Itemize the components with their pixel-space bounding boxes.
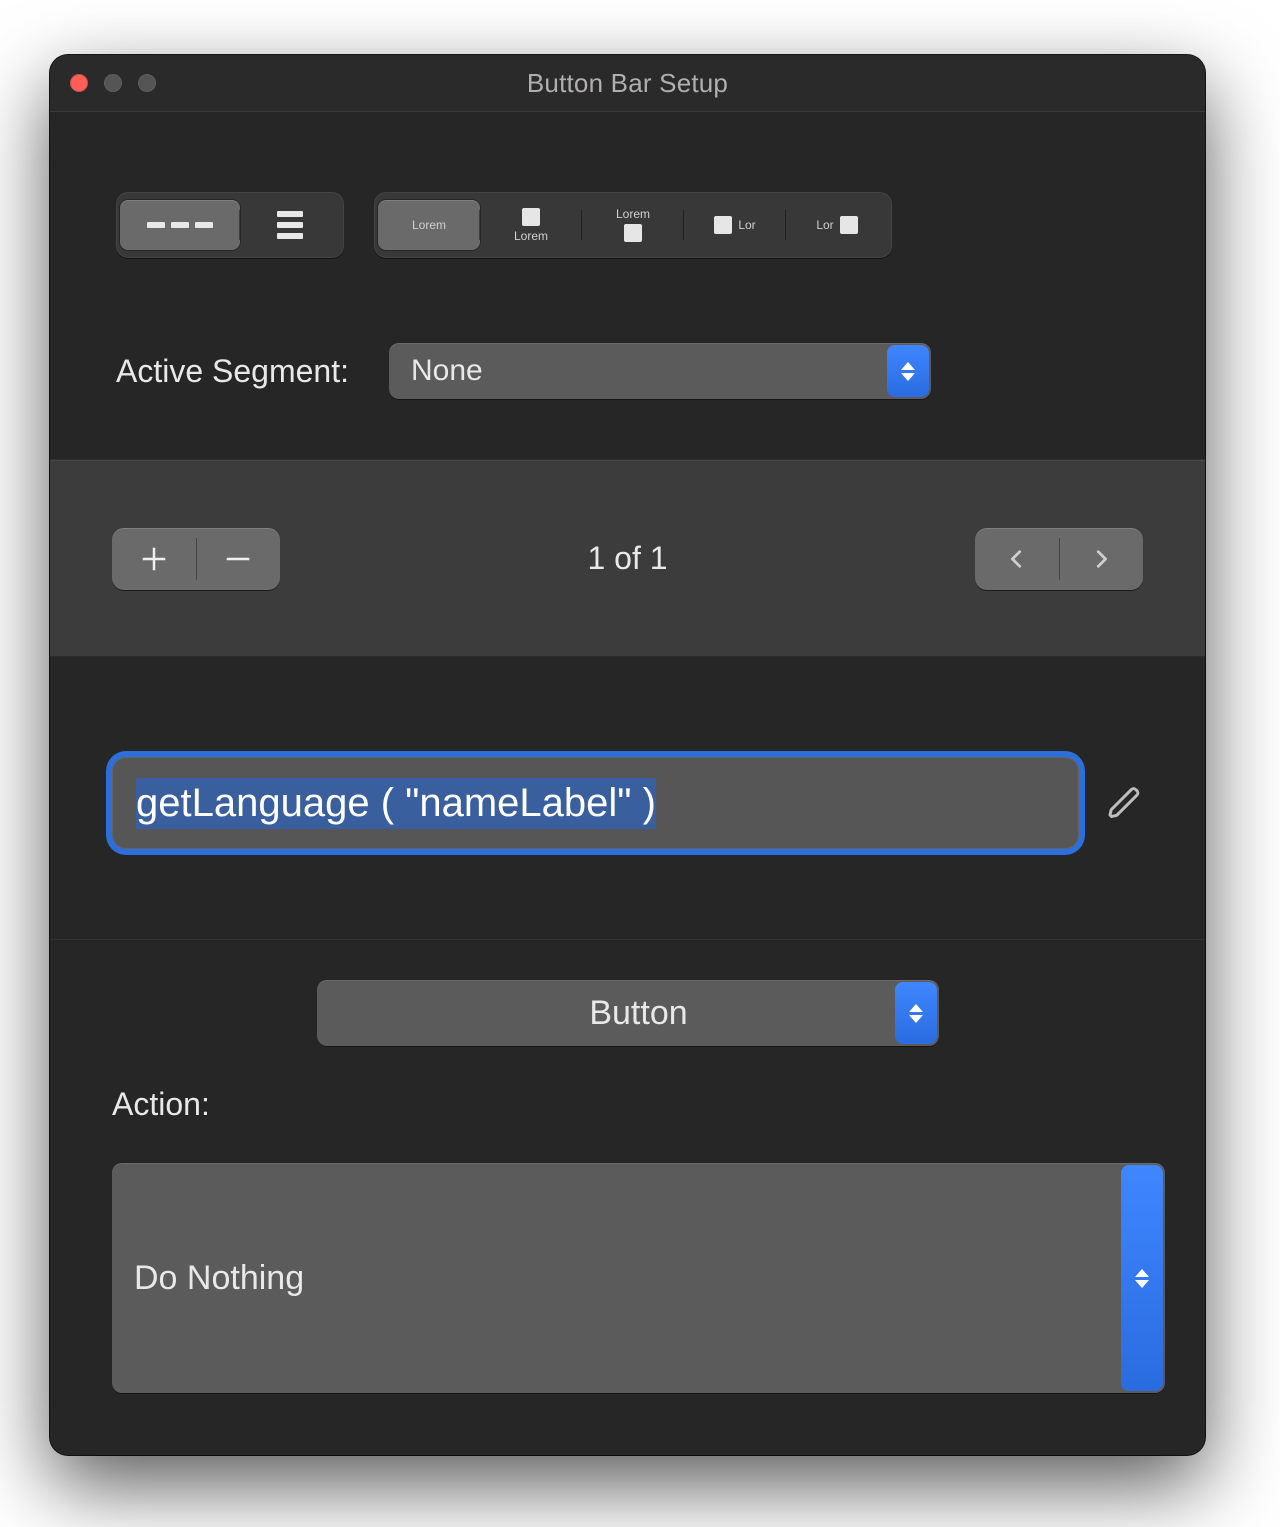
button-bar-setup-window: Button Bar Setup bbox=[50, 55, 1205, 1455]
minus-icon bbox=[223, 544, 253, 574]
label-style-segmented-control: Lorem Lorem Lorem bbox=[374, 192, 892, 258]
orientation-vertical[interactable] bbox=[240, 200, 340, 250]
label-only-icon: Lorem bbox=[412, 219, 446, 231]
active-segment-popup[interactable]: None bbox=[389, 343, 931, 399]
square-icon bbox=[522, 208, 540, 226]
square-icon bbox=[714, 216, 732, 234]
pencil-icon[interactable] bbox=[1107, 785, 1143, 821]
segment-label-input[interactable]: getLanguage ( "nameLabel" ) bbox=[112, 757, 1079, 849]
segment-counter: 1 of 1 bbox=[587, 540, 667, 577]
bottom-config-area: Button Action: Do Nothing bbox=[50, 940, 1205, 1455]
chevron-up-down-icon bbox=[1121, 1165, 1163, 1391]
label-editor-row: getLanguage ( "nameLabel" ) bbox=[50, 657, 1205, 940]
label-style-label-then-icon[interactable]: Lor bbox=[786, 200, 888, 250]
horizontal-layout-icon bbox=[147, 222, 213, 228]
action-label: Action: bbox=[112, 1086, 1143, 1123]
vertical-layout-icon bbox=[277, 211, 303, 239]
label-style-icon-then-label[interactable]: Lor bbox=[684, 200, 786, 250]
next-segment-button[interactable] bbox=[1059, 528, 1143, 590]
chevron-left-icon bbox=[1006, 544, 1028, 574]
zoom-window-button[interactable] bbox=[138, 74, 156, 92]
active-segment-row: Active Segment: None bbox=[116, 343, 1145, 399]
add-segment-button[interactable] bbox=[112, 528, 196, 590]
minimize-window-button[interactable] bbox=[104, 74, 122, 92]
label-style-label-only[interactable]: Lorem bbox=[378, 200, 480, 250]
active-segment-label: Active Segment: bbox=[116, 353, 349, 390]
segment-type-popup[interactable]: Button bbox=[317, 980, 939, 1046]
top-config-area: Lorem Lorem Lorem bbox=[50, 112, 1205, 460]
chevron-up-down-icon bbox=[887, 345, 929, 397]
square-icon bbox=[840, 216, 858, 234]
type-row: Button bbox=[112, 980, 1143, 1046]
style-segment-row: Lorem Lorem Lorem bbox=[116, 192, 1145, 258]
window-traffic-lights bbox=[70, 74, 156, 92]
plus-icon bbox=[139, 544, 169, 574]
prev-next-segment-control bbox=[975, 528, 1143, 590]
close-window-button[interactable] bbox=[70, 74, 88, 92]
chevron-up-down-icon bbox=[895, 982, 937, 1044]
add-remove-segment-control bbox=[112, 528, 280, 590]
segment-navigator: 1 of 1 bbox=[50, 460, 1205, 657]
active-segment-value: None bbox=[411, 354, 483, 388]
orientation-horizontal[interactable] bbox=[120, 200, 240, 250]
titlebar: Button Bar Setup bbox=[50, 55, 1205, 112]
previous-segment-button[interactable] bbox=[975, 528, 1059, 590]
action-value: Do Nothing bbox=[134, 1259, 304, 1298]
orientation-segmented-control bbox=[116, 192, 344, 258]
segment-label-value: getLanguage ( "nameLabel" ) bbox=[136, 778, 656, 829]
square-icon bbox=[624, 224, 642, 242]
label-style-label-above-icon[interactable]: Lorem bbox=[582, 200, 684, 250]
remove-segment-button[interactable] bbox=[196, 528, 280, 590]
chevron-right-icon bbox=[1090, 544, 1112, 574]
label-style-icon-above-label[interactable]: Lorem bbox=[480, 200, 582, 250]
segment-type-value: Button bbox=[339, 994, 939, 1033]
window-title: Button Bar Setup bbox=[50, 68, 1205, 99]
action-popup[interactable]: Do Nothing bbox=[112, 1163, 1165, 1393]
